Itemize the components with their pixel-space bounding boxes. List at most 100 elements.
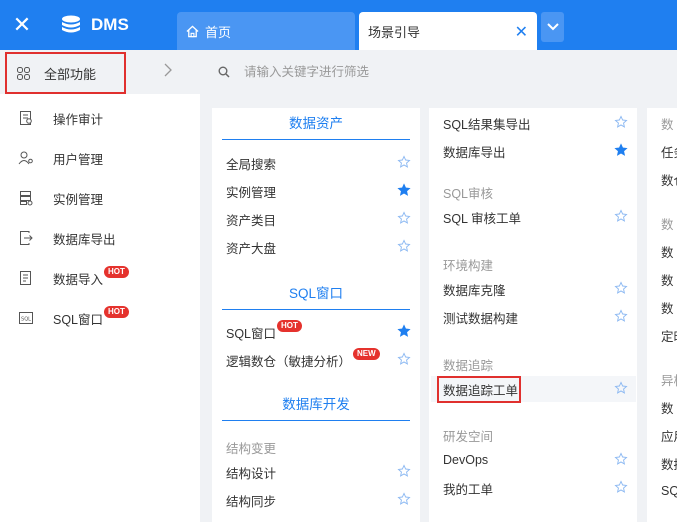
hot-badge: HOT <box>104 266 129 278</box>
partial-menu-item[interactable]: 应用 <box>649 422 677 448</box>
menu-item-label: 资产类目 <box>226 213 277 228</box>
tab-close-icon[interactable]: ✕ <box>515 22 528 41</box>
import-icon <box>20 271 31 285</box>
star-outline-icon[interactable] <box>397 239 411 253</box>
star-outline-icon[interactable] <box>397 211 411 225</box>
menu-item-database-clone[interactable]: 数据库克隆 <box>431 276 636 302</box>
star-outline-icon[interactable] <box>614 381 628 395</box>
menu-item-label: 数据库导出 <box>443 145 506 160</box>
group-title-data-tracking: 数据追踪 <box>443 359 494 373</box>
sidebar-item-sql-window[interactable]: SQL SQL窗口 HOT <box>0 298 200 338</box>
menu-item-devops[interactable]: DevOps <box>431 447 636 473</box>
menu-item-label: 逻辑数仓（敏捷分析） <box>226 354 352 369</box>
sidebar-item-instance-management[interactable]: 实例管理 <box>0 178 200 218</box>
sidebar-item-label: 用户管理 <box>53 152 104 167</box>
menu-item-sql-window[interactable]: SQL窗口 HOT <box>214 319 419 345</box>
chevron-down-icon <box>546 23 559 31</box>
menu-item-label: DevOps <box>443 453 489 467</box>
menu-item-database-export[interactable]: 数据库导出 <box>431 138 636 164</box>
menu-item-label: 结构同步 <box>226 494 277 509</box>
star-filled-icon[interactable] <box>397 324 411 338</box>
partial-menu-item[interactable]: 数 <box>649 394 677 420</box>
partial-menu-item[interactable]: 数 <box>649 266 677 292</box>
app-name: DMS <box>91 15 129 34</box>
star-filled-icon[interactable] <box>397 183 411 197</box>
partial-menu-item[interactable]: 数据 <box>649 450 677 476</box>
column-dev-tools: SQL结果集导出 数据库导出 SQL审核 SQL 审核工单 环境构建 数据库克隆… <box>429 108 637 522</box>
menu-item-label: SQL结果集导出 <box>443 117 531 132</box>
menu-item-data-tracking-ticket[interactable]: 数据追踪工单 <box>431 376 636 402</box>
svg-text:SQL: SQL <box>21 317 31 323</box>
menu-item-label: 全局搜索 <box>226 157 277 172</box>
chevron-right-icon[interactable] <box>163 63 173 77</box>
star-outline-icon[interactable] <box>614 281 628 295</box>
hot-badge: HOT <box>277 320 302 332</box>
hot-badge: HOT <box>104 306 129 318</box>
column-partial: 数 任务 数仓 数 数 数 数 定时 异构 数 应用 数据 SQ <box>647 108 677 522</box>
menu-item-my-tickets[interactable]: 我的工单 <box>431 475 636 501</box>
menu-item-sql-review-ticket[interactable]: SQL 审核工单 <box>431 204 636 230</box>
close-icon[interactable]: ✕ <box>10 14 34 38</box>
new-badge: NEW <box>353 348 380 360</box>
menu-item-logical-warehouse[interactable]: 逻辑数仓（敏捷分析） NEW <box>214 347 419 373</box>
instance-icon <box>20 191 33 206</box>
tab-home-label: 首页 <box>205 24 232 40</box>
menu-item-label: 测试数据构建 <box>443 311 519 326</box>
menu-item-label: 资产大盘 <box>226 241 277 256</box>
menu-item-schema-design[interactable]: 结构设计 <box>214 459 419 485</box>
menu-item-schema-sync[interactable]: 结构同步 <box>214 487 419 513</box>
star-outline-icon[interactable] <box>614 309 628 323</box>
sidebar-item-operation-audit[interactable]: 操作审计 <box>0 98 200 138</box>
partial-menu-item[interactable]: 任务 <box>649 138 677 164</box>
section-title-db-development: 数据库开发 <box>222 393 410 421</box>
menu-item-instance-management[interactable]: 实例管理 <box>214 178 419 204</box>
star-outline-icon[interactable] <box>614 115 628 129</box>
sidebar-item-label: 数据导入 <box>53 272 104 287</box>
subgroup-title-schema-change: 结构变更 <box>226 442 277 456</box>
star-outline-icon[interactable] <box>614 480 628 494</box>
tab-home[interactable]: 首页 <box>177 12 355 50</box>
sidebar-item-data-import[interactable]: 数据导入 HOT <box>0 258 200 298</box>
menu-item-sql-result-export[interactable]: SQL结果集导出 <box>431 110 636 136</box>
partial-menu-item[interactable]: 数 <box>649 238 677 264</box>
menu-item-asset-category[interactable]: 资产类目 <box>214 206 419 232</box>
star-outline-icon[interactable] <box>614 452 628 466</box>
menu-item-global-search[interactable]: 全局搜索 <box>214 150 419 176</box>
tab-scene-guide[interactable]: 场景引导 ✕ <box>359 12 537 50</box>
group-title-sql-review: SQL审核 <box>443 187 494 201</box>
sidebar-item-label: 数据库导出 <box>53 232 116 247</box>
sidebar-item-database-export[interactable]: 数据库导出 <box>0 218 200 258</box>
sql-icon: SQL <box>19 312 33 324</box>
star-filled-icon[interactable] <box>614 143 628 157</box>
partial-menu-item[interactable]: 定时 <box>649 322 677 348</box>
sidebar-header: 全部功能 <box>0 50 200 94</box>
search-input[interactable] <box>244 65 544 79</box>
home-icon <box>186 25 199 37</box>
star-outline-icon[interactable] <box>397 155 411 169</box>
all-functions-button[interactable]: 全部功能 <box>5 52 126 94</box>
partial-menu-item[interactable]: 数仓 <box>649 166 677 192</box>
group-title-env-build: 环境构建 <box>443 259 494 273</box>
app-logo[interactable]: DMS <box>57 12 129 38</box>
search-bar <box>200 50 677 94</box>
menu-item-label: 结构设计 <box>226 466 277 481</box>
top-bar: ✕ DMS 首页 场景引导 ✕ <box>0 0 677 50</box>
star-outline-icon[interactable] <box>614 209 628 223</box>
menu-item-label: SQL 审核工单 <box>443 211 522 226</box>
menu-item-test-data-build[interactable]: 测试数据构建 <box>431 304 636 330</box>
partial-group-title: 数 <box>661 217 674 232</box>
star-outline-icon[interactable] <box>397 464 411 478</box>
user-icon <box>18 151 33 165</box>
menu-item-label: 数据库克隆 <box>443 283 506 298</box>
column-data-assets: 数据资产 全局搜索 实例管理 资产类目 资产大盘 SQL窗口 SQL窗口 HOT… <box>212 108 420 522</box>
sidebar-item-label: SQL窗口 <box>53 312 104 327</box>
star-outline-icon[interactable] <box>397 352 411 366</box>
menu-item-label: 我的工单 <box>443 482 494 497</box>
star-outline-icon[interactable] <box>397 492 411 506</box>
menu-item-asset-dashboard[interactable]: 资产大盘 <box>214 234 419 260</box>
partial-menu-item[interactable]: SQ <box>649 478 677 504</box>
partial-menu-item[interactable]: 数 <box>649 294 677 320</box>
section-title-data-assets: 数据资产 <box>222 112 410 140</box>
sidebar-item-user-management[interactable]: 用户管理 <box>0 138 200 178</box>
tab-more-button[interactable] <box>541 12 564 42</box>
